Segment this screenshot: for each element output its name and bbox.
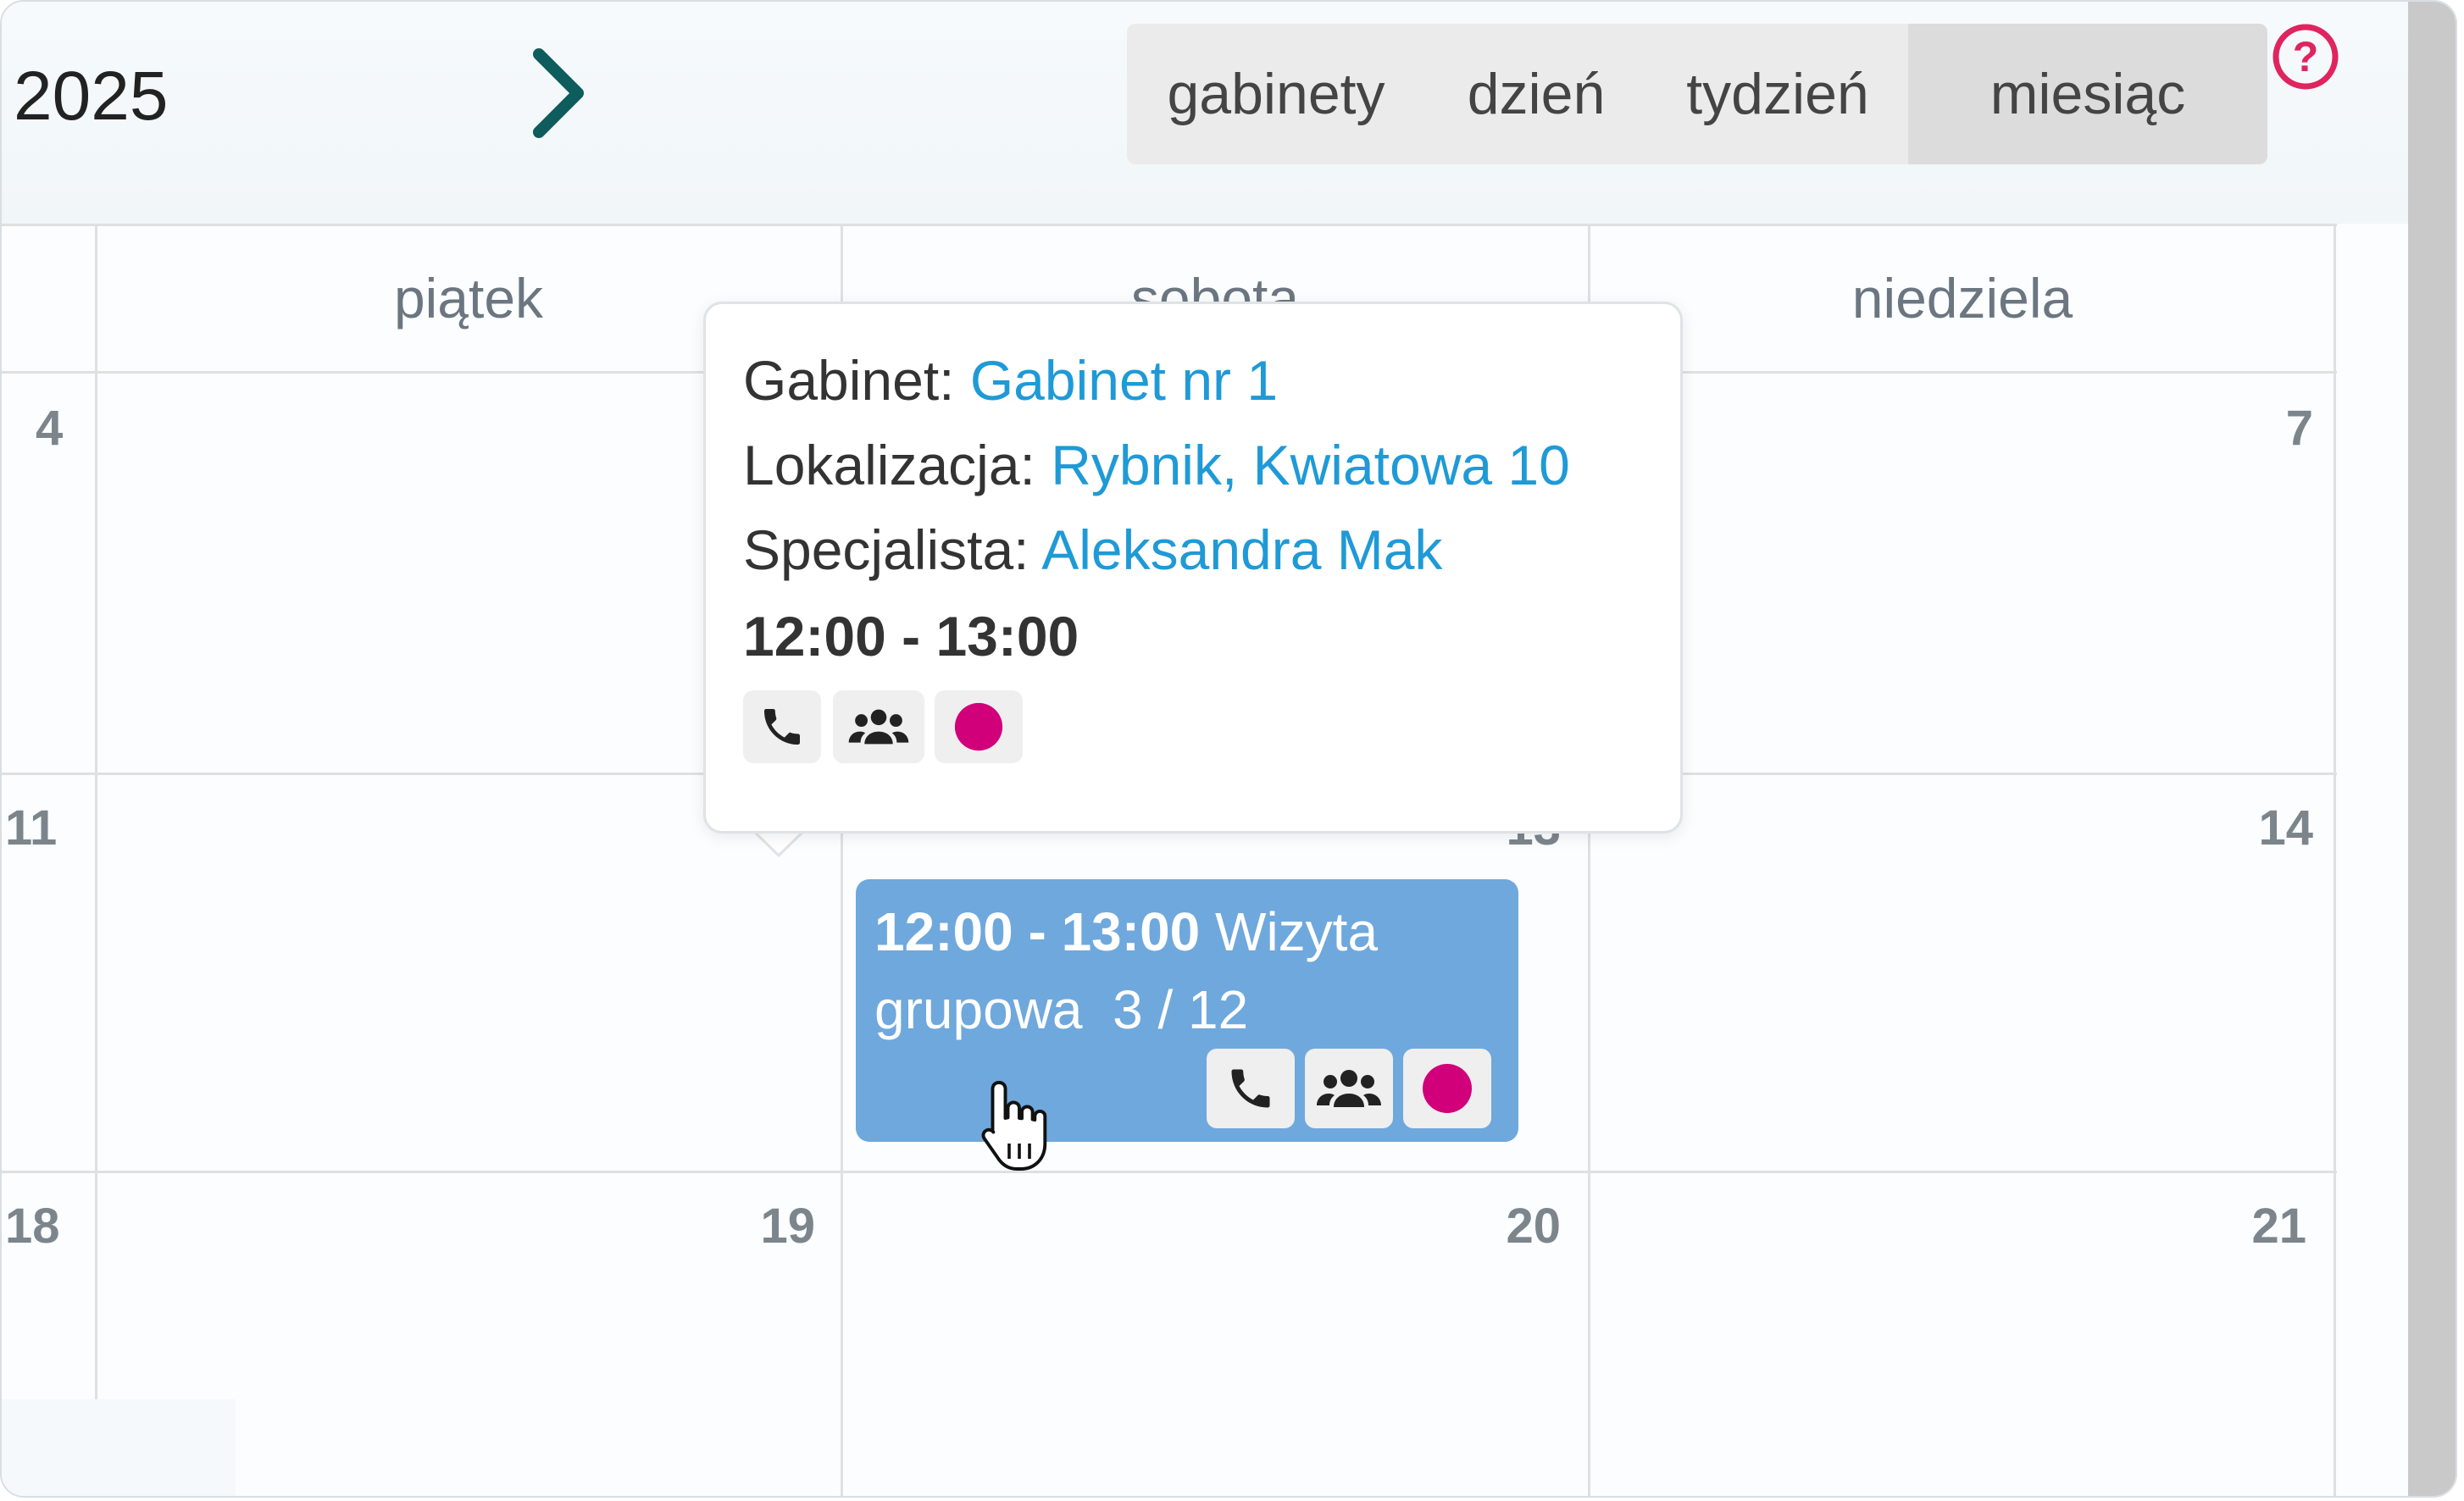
weekday-header-sunday: niedziela xyxy=(1851,267,2073,330)
day-number[interactable]: 4 xyxy=(36,400,63,457)
specjalista-link[interactable]: Aleksandra Mak xyxy=(1041,518,1442,581)
day-number[interactable]: 14 xyxy=(2222,800,2313,856)
day-number[interactable]: 7 xyxy=(2256,400,2313,457)
bottom-overlay xyxy=(2,1399,236,1496)
view-button-tydzien[interactable]: tydzień xyxy=(1647,24,1908,164)
gabinet-link[interactable]: Gabinet nr 1 xyxy=(970,349,1278,412)
event-capacity: 3 / 12 xyxy=(1113,979,1249,1040)
help-icon[interactable]: ? xyxy=(2271,22,2340,91)
day-number[interactable]: 19 xyxy=(722,1198,815,1255)
next-period-button[interactable] xyxy=(529,47,588,139)
event-details-popover: Gabinet: Gabinet nr 1 Lokalizacja: Rybni… xyxy=(703,302,1683,834)
popover-specjalista: Specjalista: Aleksandra Mak xyxy=(743,518,1443,581)
hand-pointer-cursor-icon xyxy=(976,1077,1052,1179)
day-number[interactable]: 21 xyxy=(2213,1198,2306,1255)
vertical-scrollbar[interactable] xyxy=(2408,2,2456,1496)
phone-icon xyxy=(743,690,821,763)
chevron-right-icon xyxy=(533,48,584,138)
group-icon xyxy=(1305,1049,1393,1128)
group-icon xyxy=(833,690,924,763)
view-button-dzien[interactable]: dzień xyxy=(1425,24,1647,164)
calendar-window: 2025 gabinety dzień tydzień miesiąc ? pi xyxy=(0,0,2457,1498)
popover-lokalizacja: Lokalizacja: Rybnik, Kwiatowa 10 xyxy=(743,434,1570,496)
calendar-event[interactable]: 12:00 - 13:00 Wizyta grupowa 3 / 12 xyxy=(856,879,1518,1142)
phone-icon xyxy=(1207,1049,1295,1128)
calendar-toolbar: 2025 gabinety dzień tydzień miesiąc ? xyxy=(2,2,2408,224)
popover-gabinet: Gabinet: Gabinet nr 1 xyxy=(743,349,1279,412)
view-button-miesiac[interactable]: miesiąc xyxy=(1908,24,2267,164)
svg-text:?: ? xyxy=(2293,33,2319,80)
popover-time: 12:00 - 13:00 xyxy=(743,605,1079,667)
lokalizacja-link[interactable]: Rybnik, Kwiatowa 10 xyxy=(1051,434,1570,496)
view-button-gabinety[interactable]: gabinety xyxy=(1127,24,1425,164)
current-period-title: 2025 xyxy=(14,58,169,135)
day-number[interactable]: 11 xyxy=(5,800,57,856)
event-time: 12:00 - 13:00 xyxy=(874,901,1201,962)
day-number[interactable]: 20 xyxy=(1468,1198,1561,1255)
view-switcher: gabinety dzień tydzień miesiąc xyxy=(1127,24,2267,164)
event-label: 12:00 - 13:00 Wizyta grupowa 3 / 12 xyxy=(874,893,1501,1049)
day-number[interactable]: 18 xyxy=(5,1198,60,1255)
status-dot-icon xyxy=(935,690,1023,763)
status-dot-icon xyxy=(1403,1049,1491,1128)
